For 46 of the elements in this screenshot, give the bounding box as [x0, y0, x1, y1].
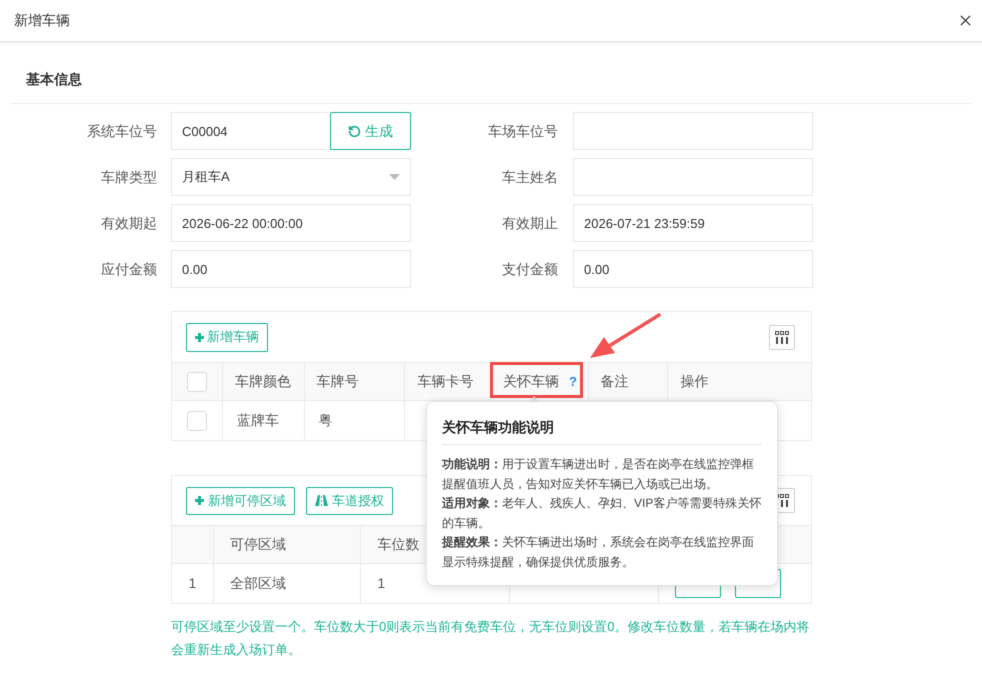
field-label: 有效期止	[501, 214, 558, 232]
input-field[interactable]: 2026-06-22 00:00:00	[171, 204, 411, 242]
checkbox[interactable]	[186, 410, 207, 430]
column-header: 操作	[680, 372, 708, 391]
input-field[interactable]	[573, 112, 813, 150]
input-field[interactable]: 0.00	[171, 250, 411, 288]
field-label: 车场车位号	[487, 122, 558, 140]
columns-icon	[775, 494, 789, 507]
table-cell-text: 全部区域	[230, 574, 286, 593]
field-label: 车牌类型	[100, 168, 157, 186]
plus-icon	[195, 332, 204, 342]
column-header: 车牌号	[316, 372, 359, 391]
plus-icon	[195, 496, 204, 505]
table-cell-text: 粤	[318, 411, 333, 430]
column-header: 车辆卡号	[417, 372, 474, 391]
table-cell-text: 1	[188, 574, 196, 593]
column-header: 车牌颜色	[234, 372, 291, 391]
road-icon	[315, 495, 328, 506]
column-header: 可停区域	[230, 535, 286, 554]
column-header: 车位数	[377, 535, 420, 554]
column-header: 关怀车辆	[503, 372, 559, 391]
input-field[interactable]	[573, 158, 813, 196]
checkbox[interactable]	[186, 372, 207, 392]
table-cell-text: 蓝牌车	[236, 411, 279, 430]
zone-note: 可停区域至少设置一个。车位数大于0则表示当前有免费车位，无车位则设置0。修改车位数量，若车辆在场内将会重新生成入场订单。	[171, 618, 810, 659]
refresh-icon	[348, 124, 361, 138]
column-header: 备注	[600, 372, 629, 391]
tooltip-paragraph: 功能说明：用于设置车辆进出时，是否在岗亭在线监控弹框提醒值班人员，告知对应关怀车辆已入场或已出场。	[442, 456, 755, 492]
field-label: 车主姓名	[501, 168, 558, 186]
select-field[interactable]: 月租车A	[171, 158, 411, 196]
field-label: 系统车位号	[86, 122, 157, 140]
table-cell-text: 1	[377, 574, 386, 593]
columns-icon	[775, 330, 789, 344]
tooltip-title: 关怀车辆功能说明	[442, 417, 762, 445]
input-field[interactable]: 0.00	[573, 250, 813, 288]
input-field[interactable]: C00004	[171, 112, 330, 150]
tooltip-paragraph: 提醒效果：关怀车辆进出场时，系统会在岗亭在线监控界面显示特殊提醒，确保提供优质服务。	[442, 534, 755, 570]
input-field[interactable]: 2026-07-21 23:59:59	[573, 204, 813, 242]
section-title: 基本信息	[10, 42, 972, 104]
field-label: 支付金额	[501, 260, 558, 278]
column-toggle-button[interactable]	[769, 324, 795, 350]
dialog-title: 新增车辆	[14, 11, 70, 30]
field-label: 应付金额	[100, 260, 157, 278]
field-label: 有效期起	[100, 214, 157, 232]
caret-icon	[389, 174, 400, 180]
tooltip-paragraph: 适用对象：老年人、残疾人、孕妇、VIP客户等需要特殊关怀的车辆。	[442, 495, 762, 532]
